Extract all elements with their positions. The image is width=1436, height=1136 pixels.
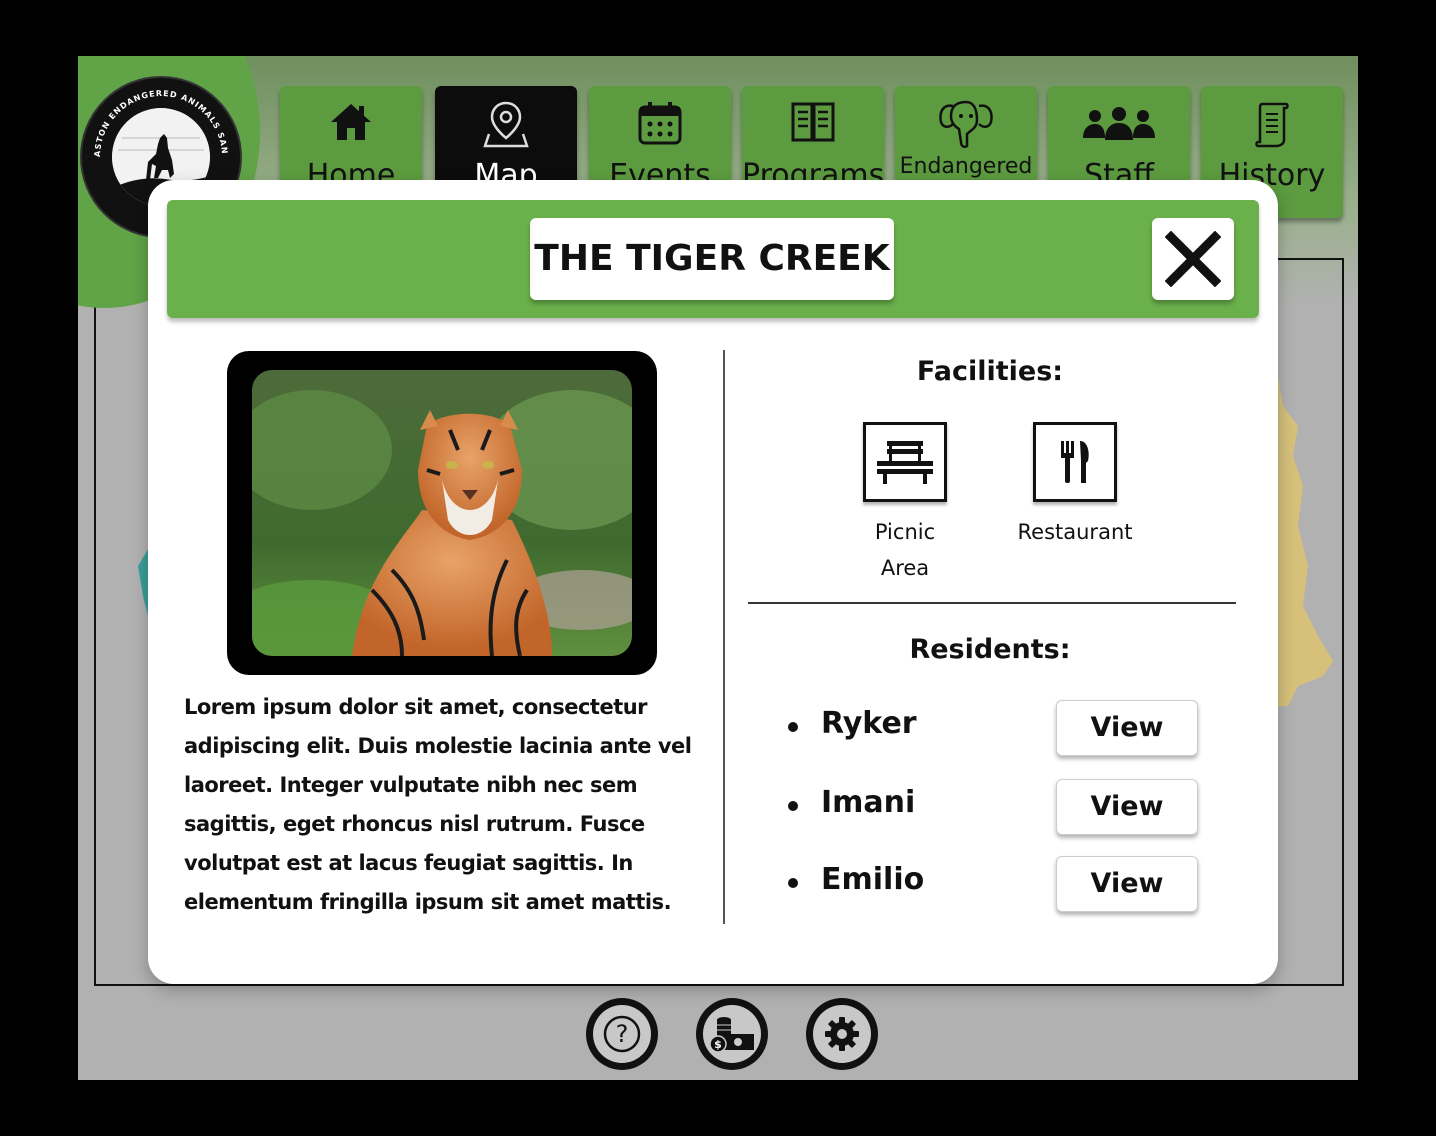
bench-icon [877, 441, 933, 484]
svg-text:?: ? [616, 1020, 629, 1048]
resident-name: Imani [821, 785, 916, 820]
photo-frame [227, 351, 657, 675]
book-icon [791, 102, 835, 142]
resident-row: Emilio View [788, 856, 1208, 912]
resident-row: Ryker View [788, 700, 1208, 756]
modal-header: THE TIGER CREEK [167, 200, 1259, 318]
settings-icon [825, 1017, 859, 1051]
nav-label-endangered: Endangered [899, 154, 1033, 179]
scroll-icon [1255, 102, 1289, 148]
enclosure-modal: THE TIGER CREEK Lorem ipsum dolor sit am… [148, 180, 1278, 984]
people-icon [1083, 107, 1155, 140]
bullet [788, 878, 798, 888]
utensils-icon [1061, 441, 1089, 483]
resident-name: Ryker [821, 706, 917, 741]
view-resident-button[interactable]: View [1056, 779, 1198, 835]
resident-row: Imani View [788, 779, 1208, 835]
enclosure-description: Lorem ipsum dolor sit amet, consectetur … [184, 695, 692, 914]
help-button[interactable]: ? [586, 998, 658, 1070]
donate-icon: $ [709, 1017, 754, 1053]
vertical-divider [723, 350, 725, 924]
tiger-photo [252, 370, 632, 656]
facility-restaurant[interactable]: Restaurant [995, 422, 1155, 550]
resident-name: Emilio [821, 862, 925, 897]
facility-label: Picnic Area [874, 520, 936, 580]
facility-picnic-area[interactable]: Picnic Area [825, 422, 985, 586]
bullet [788, 722, 798, 732]
facility-label: Restaurant [1017, 520, 1133, 544]
map-pin-icon [483, 101, 529, 148]
elephant-icon [939, 100, 993, 149]
close-button[interactable] [1152, 218, 1234, 300]
horizontal-divider [748, 602, 1236, 604]
donate-button[interactable]: $ [696, 998, 768, 1070]
svg-text:$: $ [714, 1038, 722, 1051]
settings-button[interactable] [806, 998, 878, 1070]
facilities-title: Facilities: [916, 356, 1064, 387]
close-icon [1165, 231, 1221, 287]
view-resident-button[interactable]: View [1056, 856, 1198, 912]
calendar-icon [638, 102, 682, 145]
modal-title: THE TIGER CREEK [530, 218, 894, 300]
home-icon [331, 104, 371, 140]
view-resident-button[interactable]: View [1056, 700, 1198, 756]
residents-title: Residents: [909, 634, 1071, 665]
bullet [788, 801, 798, 811]
help-icon: ? [603, 1015, 641, 1053]
